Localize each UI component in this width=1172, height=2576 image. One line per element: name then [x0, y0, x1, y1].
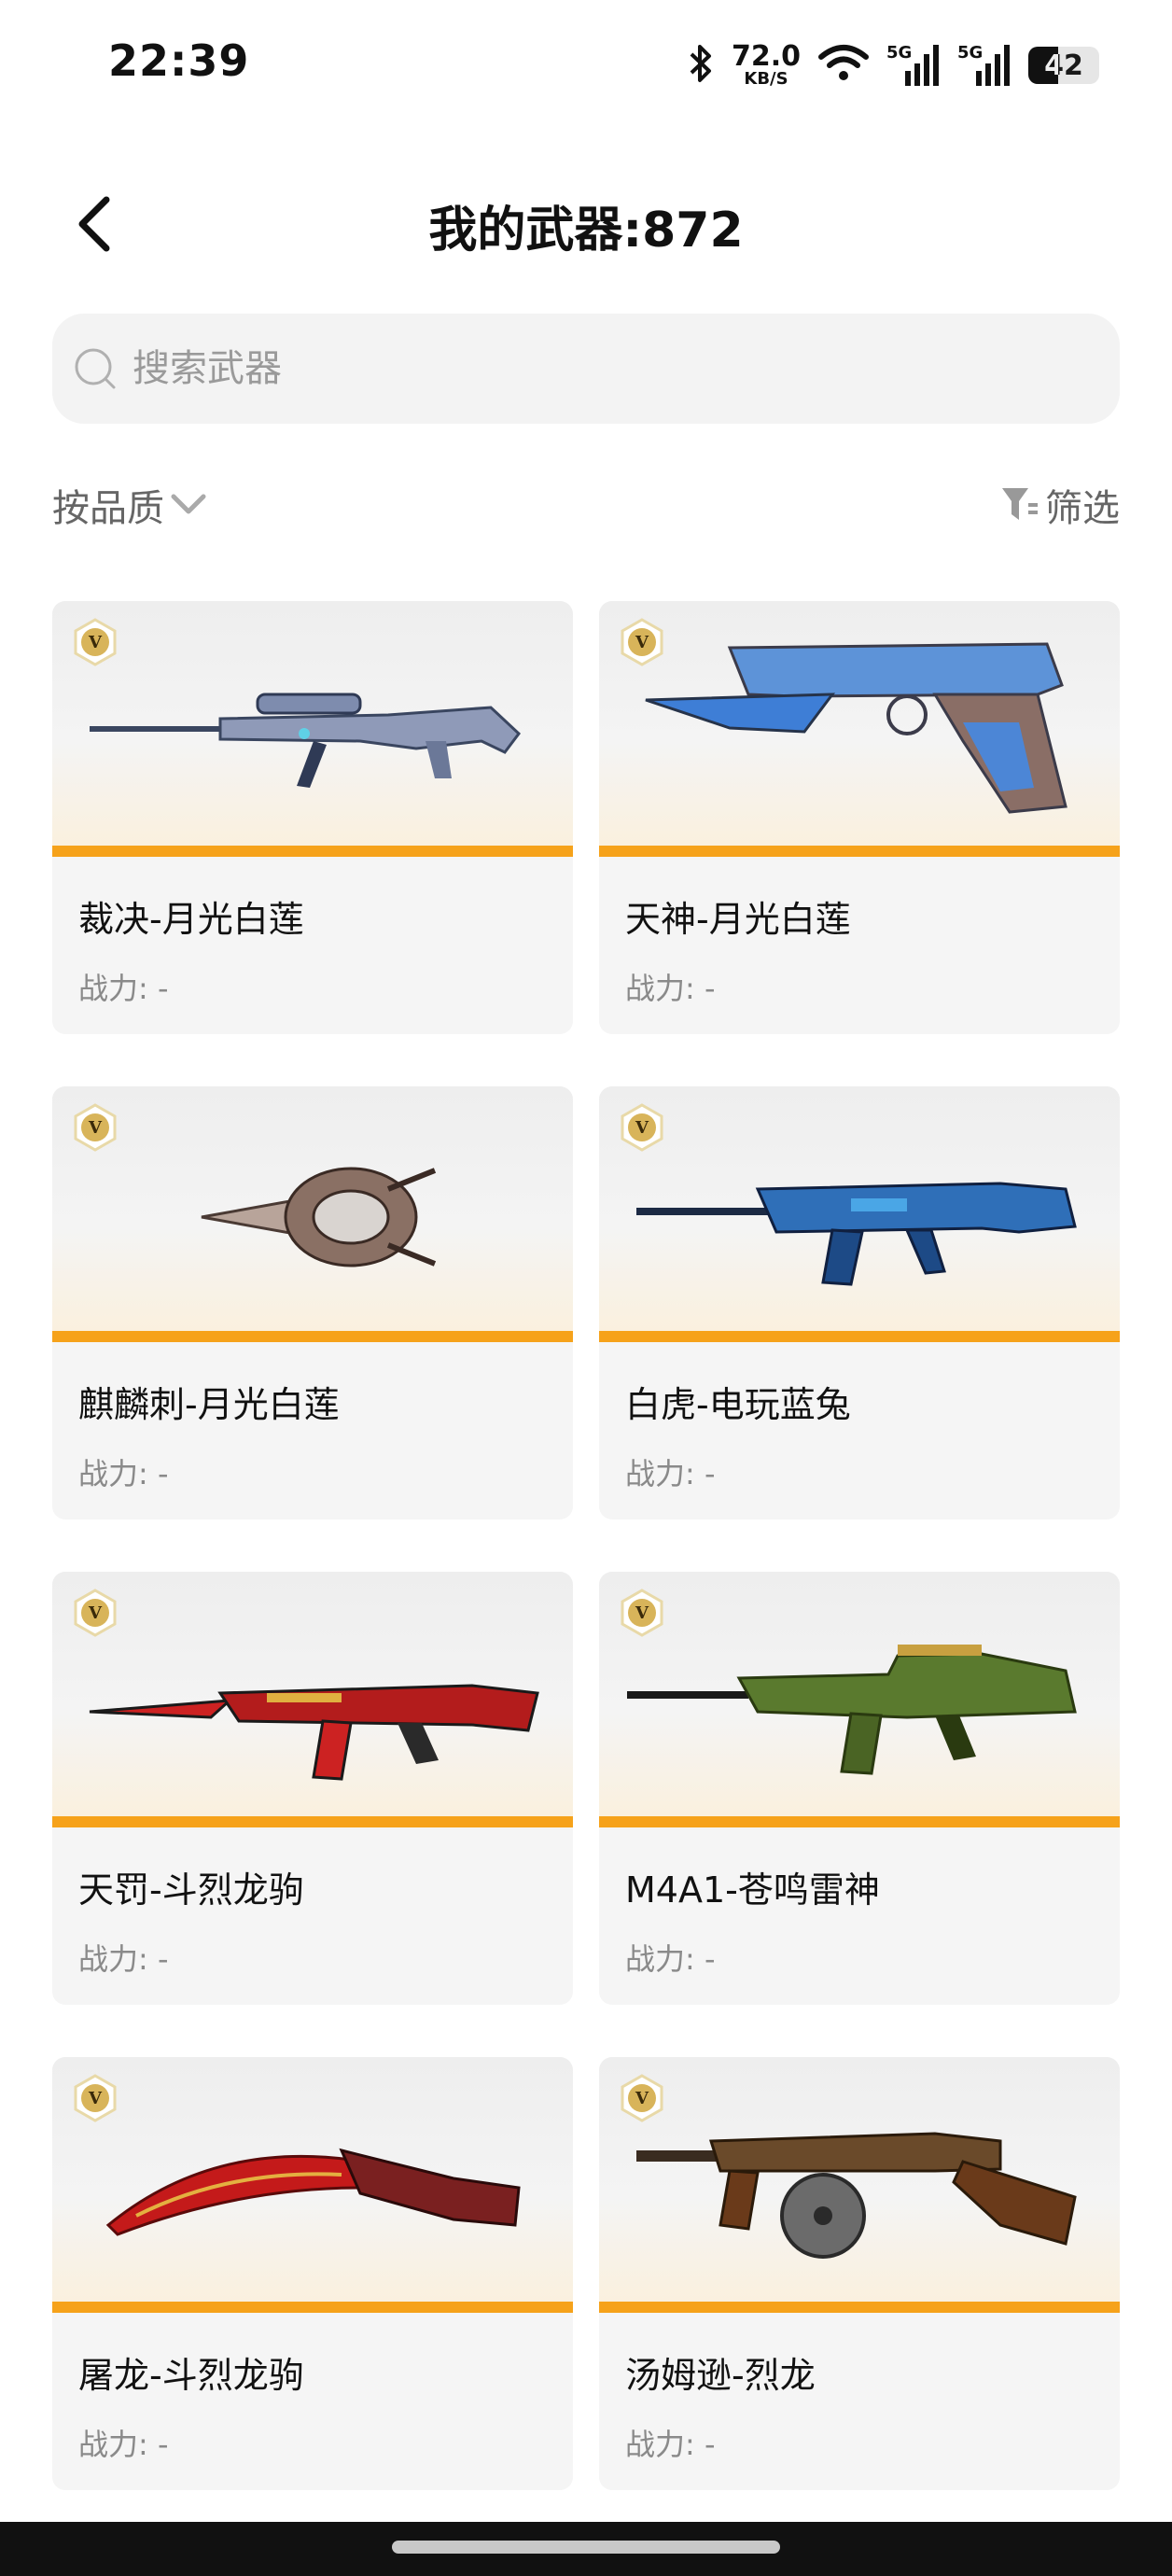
weapon-card[interactable]: V 白虎-电玩蓝兔 战力: -	[599, 1086, 1120, 1519]
weapon-card[interactable]: V 麒麟刺-月光白莲 战力: -	[52, 1086, 573, 1519]
sniper-rifle-icon	[90, 693, 522, 788]
chevron-down-icon	[171, 494, 206, 514]
weapon-power: 战力: -	[625, 1941, 716, 1977]
weapon-image-area: V	[52, 2057, 573, 2313]
weapon-name: 天神-月光白莲	[625, 899, 851, 940]
weapon-name: 麒麟刺-月光白莲	[78, 1384, 340, 1425]
wifi-icon	[817, 44, 870, 87]
search-input[interactable]	[131, 346, 974, 391]
weapon-power: 战力: -	[625, 971, 716, 1006]
system-nav-bar	[0, 2522, 1172, 2576]
dragon-blade-icon	[105, 2148, 521, 2236]
status-time: 22:39	[108, 35, 250, 86]
weapon-power: 战力: -	[78, 2427, 169, 2462]
weapon-card[interactable]: V M4A1-苍鸣雷神 战力: -	[599, 1572, 1120, 2005]
weapon-power: 战力: -	[625, 1456, 716, 1491]
weapon-image-area: V	[599, 1086, 1120, 1342]
ak-rifle-icon	[89, 1684, 539, 1781]
status-icons: 72.0 KB/S 5G 5G 42	[687, 37, 1099, 93]
filter-button[interactable]: 筛选	[1000, 478, 1120, 532]
weapon-power: 战力: -	[78, 1941, 169, 1977]
weapon-name: M4A1-苍鸣雷神	[625, 1869, 880, 1911]
weapon-card[interactable]: V 天神-月光白莲 战力: -	[599, 601, 1120, 1034]
assault-rifle-icon	[636, 1182, 1077, 1286]
weapon-power: 战力: -	[78, 1456, 169, 1491]
m4a1-rifle-icon	[627, 1645, 1077, 1775]
weapon-image-area: V	[52, 601, 573, 857]
net-speed: 72.0 KB/S	[731, 40, 801, 89]
signal-5g-icon: 5G	[886, 43, 941, 88]
weapon-card[interactable]: V 汤姆逊-烈龙 战力: -	[599, 2057, 1120, 2490]
weapon-grid: V 裁决-月光白莲 战力: - V 天神-月光白莲 战力: - V 麒麟刺-月光…	[52, 601, 1120, 2490]
weapon-power: 战力: -	[625, 2427, 716, 2462]
thompson-smg-icon	[636, 2132, 1077, 2259]
status-bar: 22:39 72.0 KB/S 5G 5G 42	[0, 0, 1172, 131]
weapon-name: 白虎-电玩蓝兔	[625, 1384, 851, 1425]
weapon-image-area: V	[52, 1572, 573, 1827]
search-icon	[75, 348, 116, 389]
weapon-image-area: V	[52, 1086, 573, 1342]
sort-dropdown[interactable]: 按品质	[52, 478, 207, 532]
battery-icon: 42	[1028, 47, 1099, 84]
weapon-image-area: V	[599, 2057, 1120, 2313]
weapon-name: 裁决-月光白莲	[78, 899, 304, 940]
weapon-name: 天罚-斗烈龙驹	[78, 1869, 304, 1911]
weapon-card[interactable]: V 屠龙-斗烈龙驹 战力: -	[52, 2057, 573, 2490]
signal-5g-icon-2: 5G	[957, 43, 1012, 88]
bluetooth-icon	[687, 43, 715, 88]
page-title: 我的武器:872	[428, 203, 744, 259]
weapon-image-area: V	[599, 1572, 1120, 1827]
filter-funnel-icon	[1002, 488, 1038, 520]
sort-label: 按品质	[52, 487, 164, 530]
desert-eagle-pistol-icon	[645, 642, 1067, 814]
qilin-dagger-icon	[201, 1167, 437, 1267]
weapon-name: 屠龙-斗烈龙驹	[78, 2355, 304, 2396]
filter-label: 筛选	[1045, 487, 1120, 530]
search-bar[interactable]	[52, 314, 1120, 424]
weapon-image-area: V	[599, 601, 1120, 857]
weapon-power: 战力: -	[78, 971, 169, 1006]
home-indicator[interactable]	[392, 2541, 780, 2554]
weapon-card[interactable]: V 裁决-月光白莲 战力: -	[52, 601, 573, 1034]
page-header: 我的武器:872	[0, 177, 1172, 271]
weapon-card[interactable]: V 天罚-斗烈龙驹 战力: -	[52, 1572, 573, 2005]
weapon-name: 汤姆逊-烈龙	[625, 2355, 816, 2396]
